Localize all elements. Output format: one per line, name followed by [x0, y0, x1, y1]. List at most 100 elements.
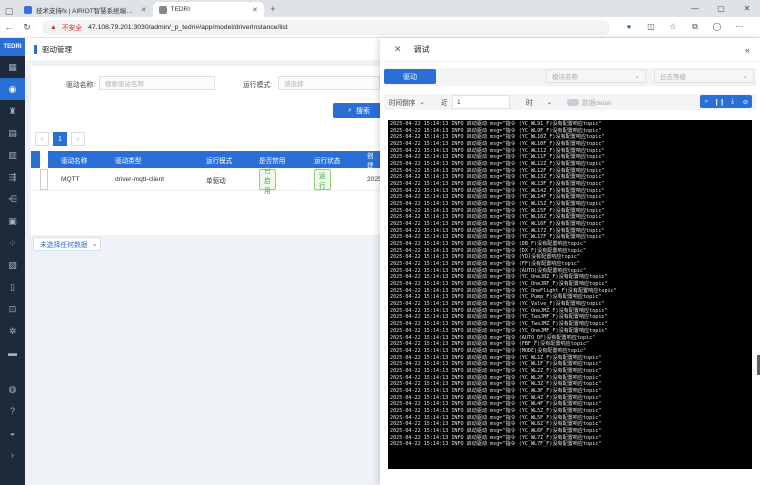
- expand-sidebar-icon[interactable]: ›: [0, 444, 25, 466]
- collections-icon[interactable]: ⧉: [684, 22, 706, 32]
- cell-driver-type: driver-mqtt-client: [115, 176, 165, 183]
- log-console[interactable]: 2025-04-22 15:14:13 INFO 启动驱动 msg="指令 (Y…: [388, 120, 752, 469]
- new-tab-icon[interactable]: +: [264, 4, 282, 14]
- file-icon[interactable]: ▯: [0, 276, 25, 298]
- share-icon[interactable]: ⋲: [0, 188, 25, 210]
- log-line: 2025-04-22 15:14:13 INFO 启动驱动 msg="指令 (Y…: [390, 421, 602, 428]
- log-line: 2025-04-22 15:14:13 INFO 启动驱动 msg="指令 (Y…: [390, 201, 605, 208]
- url-field[interactable]: ▲ 不安全 47.108.79.201:3030/admin/_p_tedri#…: [42, 19, 610, 35]
- tab-tedri[interactable]: TEDRI ✕: [152, 2, 264, 17]
- help-icon[interactable]: ?: [0, 400, 25, 422]
- pause-icon[interactable]: ❙❙: [713, 95, 726, 108]
- back-icon[interactable]: ←: [0, 22, 18, 32]
- page-title: 驱动管理: [42, 44, 72, 54]
- pagination: ‹ 1 ›: [35, 132, 89, 146]
- mode-select[interactable]: 请选择: [278, 76, 380, 90]
- order-select[interactable]: 时间倒序 ⌄: [389, 95, 425, 109]
- table-icon[interactable]: ▣: [0, 210, 25, 232]
- browser-toolbar: ● ◫ ☆ ⧉ ◯ ⋯: [618, 22, 750, 32]
- tab-support[interactable]: 技术支持fx | AIRIOT智慧系统端… ✕: [18, 2, 153, 17]
- prev-page-button[interactable]: ‹: [35, 132, 49, 146]
- table-header: 驱动名称 驱动类型 运行模式 是否禁用 运行状态 创建: [31, 151, 380, 170]
- clear-icon[interactable]: ⊘: [739, 95, 752, 108]
- driver-button[interactable]: 驱动: [384, 69, 436, 84]
- refresh-icon[interactable]: ↻: [18, 22, 36, 33]
- log-level-select[interactable]: 日志等级 ⌄: [654, 69, 754, 83]
- log-line: 2025-04-22 15:14:13 INFO 启动驱动 msg="指令 (Y…: [390, 221, 605, 228]
- search-button[interactable]: ⌕ 搜索: [333, 103, 385, 118]
- log-line: 2025-04-22 15:14:13 INFO 启动驱动 msg="指令 (Y…: [390, 441, 602, 448]
- chevron-down-icon: ⌄: [546, 99, 553, 106]
- dashboard-icon[interactable]: ▦: [0, 56, 25, 78]
- url-text: 47.108.79.201:3030/admin/_p_tedri#/app/m…: [88, 23, 288, 31]
- search-icon[interactable]: ⌕: [700, 95, 713, 108]
- name-search-input[interactable]: 搜索驱动名称: [99, 76, 215, 90]
- user-icon[interactable]: ◒: [0, 422, 25, 444]
- settings-icon[interactable]: ✲: [0, 320, 25, 342]
- col-driver-name: 驱动名称: [61, 157, 88, 165]
- alarm-icon[interactable]: ♜: [0, 100, 25, 122]
- log-line: 2025-04-22 15:14:13 INFO 启动驱动 msg="指令 (Y…: [390, 401, 602, 408]
- flow-icon[interactable]: ⇶: [0, 166, 25, 188]
- log-filter-row: 时间倒序 ⌄ 近 1 时 ⌄ 数据detail ⌕ ❙❙ ⤓ ⊘: [384, 94, 756, 110]
- module-select[interactable]: 模块名称 ⌄: [546, 69, 646, 83]
- close-tab-icon[interactable]: ✕: [141, 6, 147, 14]
- storage-icon[interactable]: ▬: [0, 342, 25, 364]
- minimize-icon[interactable]: —: [682, 4, 708, 13]
- maximize-icon[interactable]: ▢: [708, 4, 734, 13]
- page-1-button[interactable]: 1: [53, 132, 67, 146]
- collapse-icon[interactable]: «: [745, 45, 750, 55]
- insecure-warning-icon: ▲: [50, 23, 57, 31]
- close-icon[interactable]: ✕: [394, 44, 402, 55]
- log-line: 2025-04-22 15:14:13 INFO 启动驱动 msg="指令 (Y…: [390, 407, 602, 414]
- toggle-switch[interactable]: [567, 98, 579, 106]
- window-close-icon[interactable]: ✕: [734, 4, 760, 13]
- chart-icon[interactable]: ▥: [0, 144, 25, 166]
- device-icon[interactable]: ▤: [0, 122, 25, 144]
- log-line: 2025-04-22 15:14:13 INFO 启动驱动 msg="指令 (D…: [390, 241, 587, 248]
- browser-tab-bar: ▢ 技术支持fx | AIRIOT智慧系统端… ✕ TEDRI ✕ + — ▢ …: [0, 0, 760, 17]
- col-disabled: 是否禁用: [259, 157, 286, 165]
- enabled-badge: 已启用: [259, 168, 276, 195]
- unit-select[interactable]: 时 ⌄: [526, 95, 556, 109]
- split-screen-icon[interactable]: ◫: [640, 22, 662, 32]
- log-line: 2025-04-22 15:14:13 INFO 启动驱动 msg="指令 (Y…: [390, 121, 602, 127]
- chevron-down-icon: ⌄: [742, 73, 748, 80]
- log-line: 2025-04-22 15:14:13 INFO 启动驱动 msg="指令 (M…: [390, 347, 587, 354]
- recent-value-input[interactable]: 1: [452, 95, 510, 109]
- message-icon[interactable]: ◍: [0, 378, 25, 400]
- log-line: 2025-04-22 15:14:13 INFO 启动驱动 msg="指令 (Y…: [390, 367, 602, 374]
- apps-icon[interactable]: ⁘: [0, 232, 25, 254]
- profile-icon[interactable]: ◯: [706, 22, 728, 32]
- search-button-label: 搜索: [355, 107, 370, 115]
- chevron-down-icon: ⌄: [634, 73, 640, 80]
- tab-favicon-icon: [24, 5, 32, 14]
- table-row[interactable]: MQTT driver-mqtt-client 单驱动 已启用 运行 2025: [31, 168, 382, 195]
- download-icon[interactable]: ⤓: [726, 95, 739, 108]
- log-line: 2025-04-22 15:14:13 INFO 启动驱动 msg="指令 (Y…: [390, 321, 608, 328]
- log-line: 2025-04-22 15:14:13 INFO 启动驱动 msg="指令 (Y…: [390, 301, 605, 308]
- more-icon[interactable]: ⋯: [728, 22, 750, 32]
- detail-toggle[interactable]: 数据detail: [567, 95, 611, 109]
- cell-driver-name: MQTT: [61, 176, 80, 183]
- recent-label: 近: [441, 100, 448, 107]
- tab-actions-icon[interactable]: ▢: [0, 6, 18, 17]
- log-line: 2025-04-22 15:14:13 INFO 启动驱动 msg="指令 (Y…: [390, 181, 605, 188]
- lock-icon[interactable]: ⊡: [0, 298, 25, 320]
- selection-dropdown[interactable]: 未选择任何数据 ⌄: [33, 237, 101, 251]
- order-label: 时间倒序: [389, 100, 416, 107]
- driver-icon[interactable]: ◉: [0, 78, 25, 100]
- log-line: 2025-04-22 15:14:13 INFO 启动驱动 msg="指令 (Y…: [390, 281, 608, 288]
- extension-icon[interactable]: ●: [618, 22, 640, 32]
- col-run-mode: 运行模式: [206, 157, 233, 165]
- log-line: 2025-04-22 15:14:13 INFO 启动驱动 msg="指令 (Y…: [390, 327, 608, 334]
- log-line: 2025-04-22 15:14:13 INFO 启动驱动 msg="指令 (Y…: [390, 427, 602, 434]
- close-tab-icon[interactable]: ✕: [252, 6, 258, 14]
- debug-panel: ✕ 调试 « 驱动 模块名称 ⌄ 日志等级 ⌄ 时间倒序 ⌄ 近 1 时 ⌄ 数…: [380, 38, 760, 485]
- favorite-icon[interactable]: ☆: [662, 22, 684, 32]
- app-sidebar: TEDRI ▦ ◉ ♜ ▤ ▥ ⇶ ⋲ ▣ ⁘ ▧ ▯ ⊡ ✲ ▬ ◍ ? ◒ …: [0, 38, 25, 485]
- log-line: 2025-04-22 15:14:13 INFO 启动驱动 msg="指令 (Y…: [390, 161, 605, 168]
- report-icon[interactable]: ▧: [0, 254, 25, 276]
- mode-filter-label: 运行模式:: [243, 82, 273, 89]
- next-page-button[interactable]: ›: [71, 132, 85, 146]
